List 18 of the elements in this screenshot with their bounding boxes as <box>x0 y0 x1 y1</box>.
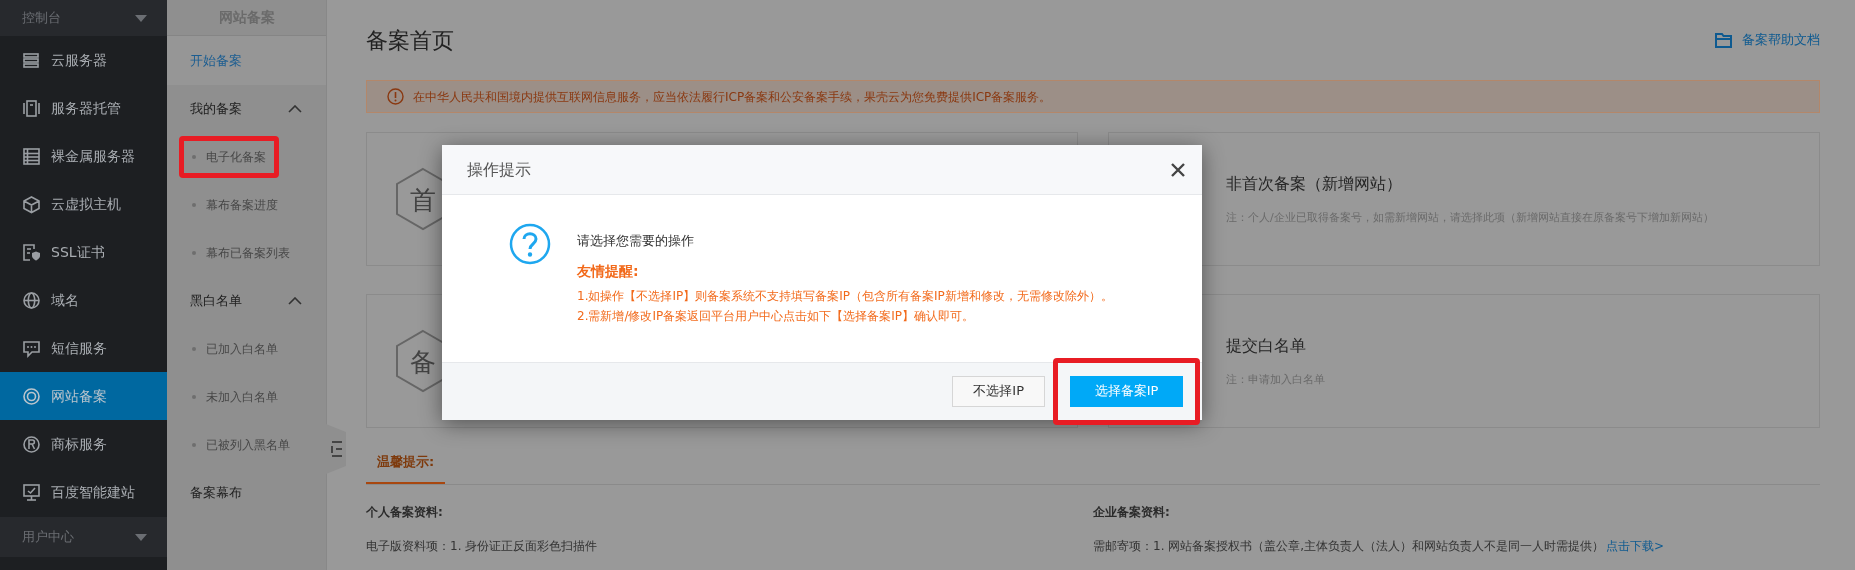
page-title: 备案首页 <box>366 26 454 55</box>
section-label: 控制台 <box>22 9 61 28</box>
dialog-title: 操作提示 <box>467 158 531 181</box>
card-title: 提交白名单 <box>1226 334 1307 357</box>
group-label: 我的备案 <box>190 100 242 119</box>
reminder-text: 2.需新增/修改IP备案返回平台用户中心点击如下【选择备案IP】确认即可。 <box>577 307 976 325</box>
card-title: 非首次备案（新增网站） <box>1226 172 1403 195</box>
item-text: 1. 身份证正反面彩色扫描件 <box>450 538 598 555</box>
item-label: 电子版资料项： <box>366 538 450 555</box>
item-label: 需邮寄项： <box>1093 538 1153 555</box>
prompt-text: 请选择您需要的操作 <box>577 232 695 250</box>
item-text: 1. 网站备案授权书（盖公章,主体负责人（法人）和网站负责人不是同一人时需提供） <box>1153 538 1605 555</box>
group-label: 黑白名单 <box>190 292 242 311</box>
section-heading: 企业备案资料: <box>1093 504 1171 521</box>
reminder-title: 友情提醒: <box>577 261 640 281</box>
notice-text: 在中华人民共和国境内提供互联网信息服务，应当依法履行ICP备案和公安备案手续，果壳云为您免费提供ICP备案服务。 <box>413 88 1052 106</box>
section-label: 用户中心 <box>22 528 74 547</box>
section-heading: 个人备案资料: <box>366 504 444 521</box>
